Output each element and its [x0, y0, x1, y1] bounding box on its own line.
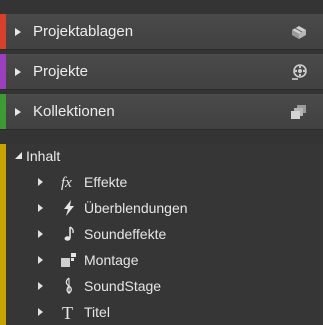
expand-arrow-icon[interactable]: [38, 282, 43, 290]
tree-item-label: Effekte: [84, 174, 128, 190]
lightning-icon: [64, 200, 74, 216]
title-t-icon: T: [62, 303, 73, 321]
expand-arrow-icon[interactable]: [38, 204, 43, 212]
tree-item-effekte[interactable]: fx Effekte: [0, 170, 323, 194]
tree-item-label: Soundeffekte: [84, 226, 167, 242]
section-inhalt: Inhalt fx Effekte Überblendungen Soundef…: [0, 144, 323, 325]
tree-item-soundeffekte[interactable]: Soundeffekte: [0, 222, 323, 246]
expand-arrow-icon[interactable]: [38, 256, 43, 264]
inhalt-header[interactable]: Inhalt: [0, 144, 323, 166]
svg-text:fx: fx: [61, 175, 72, 191]
section-color-stripe: [0, 54, 6, 89]
tree-item-label: Überblendungen: [84, 200, 188, 216]
bins-icon: [292, 26, 306, 39]
expand-arrow-icon[interactable]: [15, 27, 21, 36]
expand-arrow-icon[interactable]: [38, 308, 43, 316]
tree-item-montage[interactable]: Montage: [0, 248, 323, 272]
tree-item-label: Titel: [84, 304, 110, 320]
section-kollektionen[interactable]: Kollektionen: [0, 94, 323, 130]
section-color-stripe: [0, 14, 6, 49]
section-label: Kollektionen: [33, 103, 115, 120]
tree-item-soundstage[interactable]: SoundStage: [0, 274, 323, 298]
section-color-stripe: [0, 94, 6, 129]
tree-item-label: Montage: [84, 252, 139, 268]
expand-arrow-icon[interactable]: [38, 178, 43, 186]
expand-arrow-icon[interactable]: [15, 107, 21, 116]
projects-icon: [292, 64, 307, 80]
expand-arrow-icon[interactable]: [38, 230, 43, 238]
music-note-icon: [64, 226, 74, 241]
library-panel: Projektablagen Projekte Kollektionen Inh…: [0, 0, 323, 325]
section-label: Projekte: [33, 63, 89, 80]
svg-text:T: T: [62, 303, 73, 321]
tree-item-label: SoundStage: [84, 278, 162, 294]
section-label: Projektablagen: [33, 23, 134, 40]
fx-icon: fx: [61, 175, 72, 191]
section-projekte[interactable]: Projekte: [0, 54, 323, 90]
collections-icon: [291, 105, 306, 119]
collapse-arrow-icon[interactable]: [14, 151, 23, 160]
tree-item-titel[interactable]: T Titel: [0, 300, 323, 324]
montage-icon: [61, 253, 76, 267]
section-label: Inhalt: [26, 148, 61, 164]
section-projektablagen[interactable]: Projektablagen: [0, 14, 323, 50]
soundstage-icon: [65, 277, 72, 294]
expand-arrow-icon[interactable]: [15, 67, 21, 76]
tree-item-ueberblendungen[interactable]: Überblendungen: [0, 196, 323, 220]
